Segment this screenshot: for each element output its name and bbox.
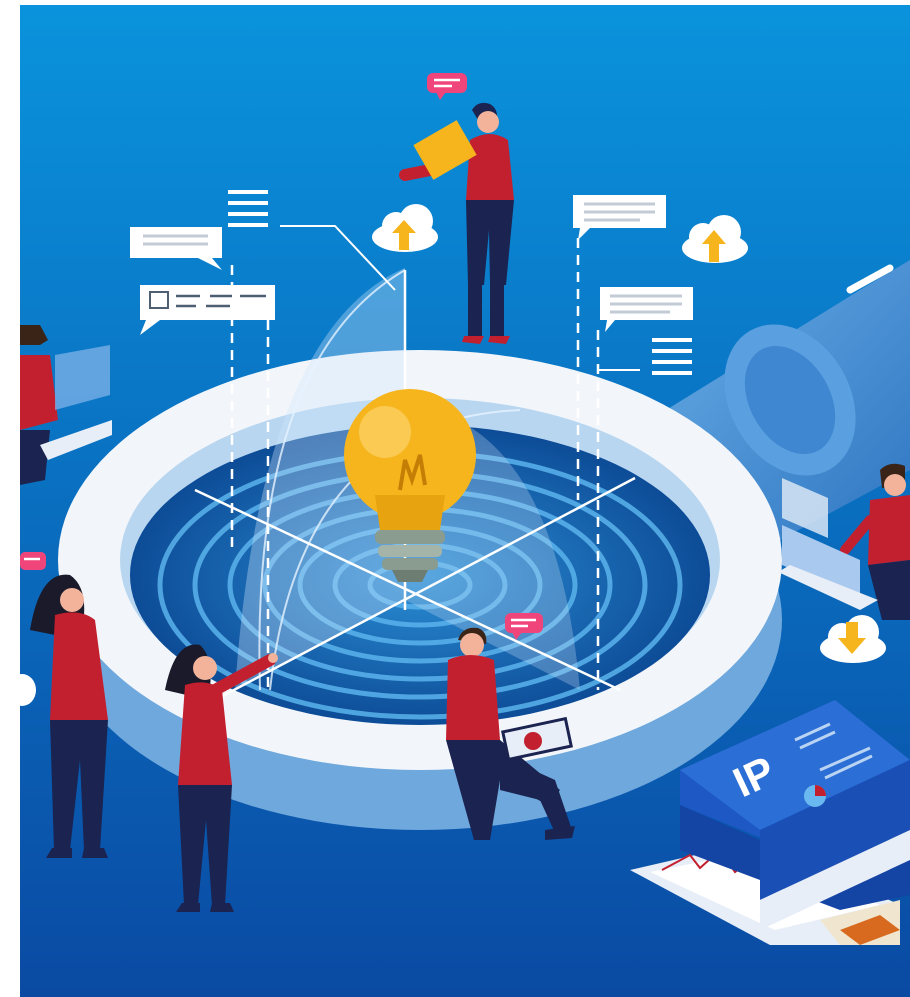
- speech-bubble-icon: [20, 552, 46, 570]
- innovation-illustration: IP: [0, 0, 910, 997]
- cloud-partial-icon: [8, 674, 36, 706]
